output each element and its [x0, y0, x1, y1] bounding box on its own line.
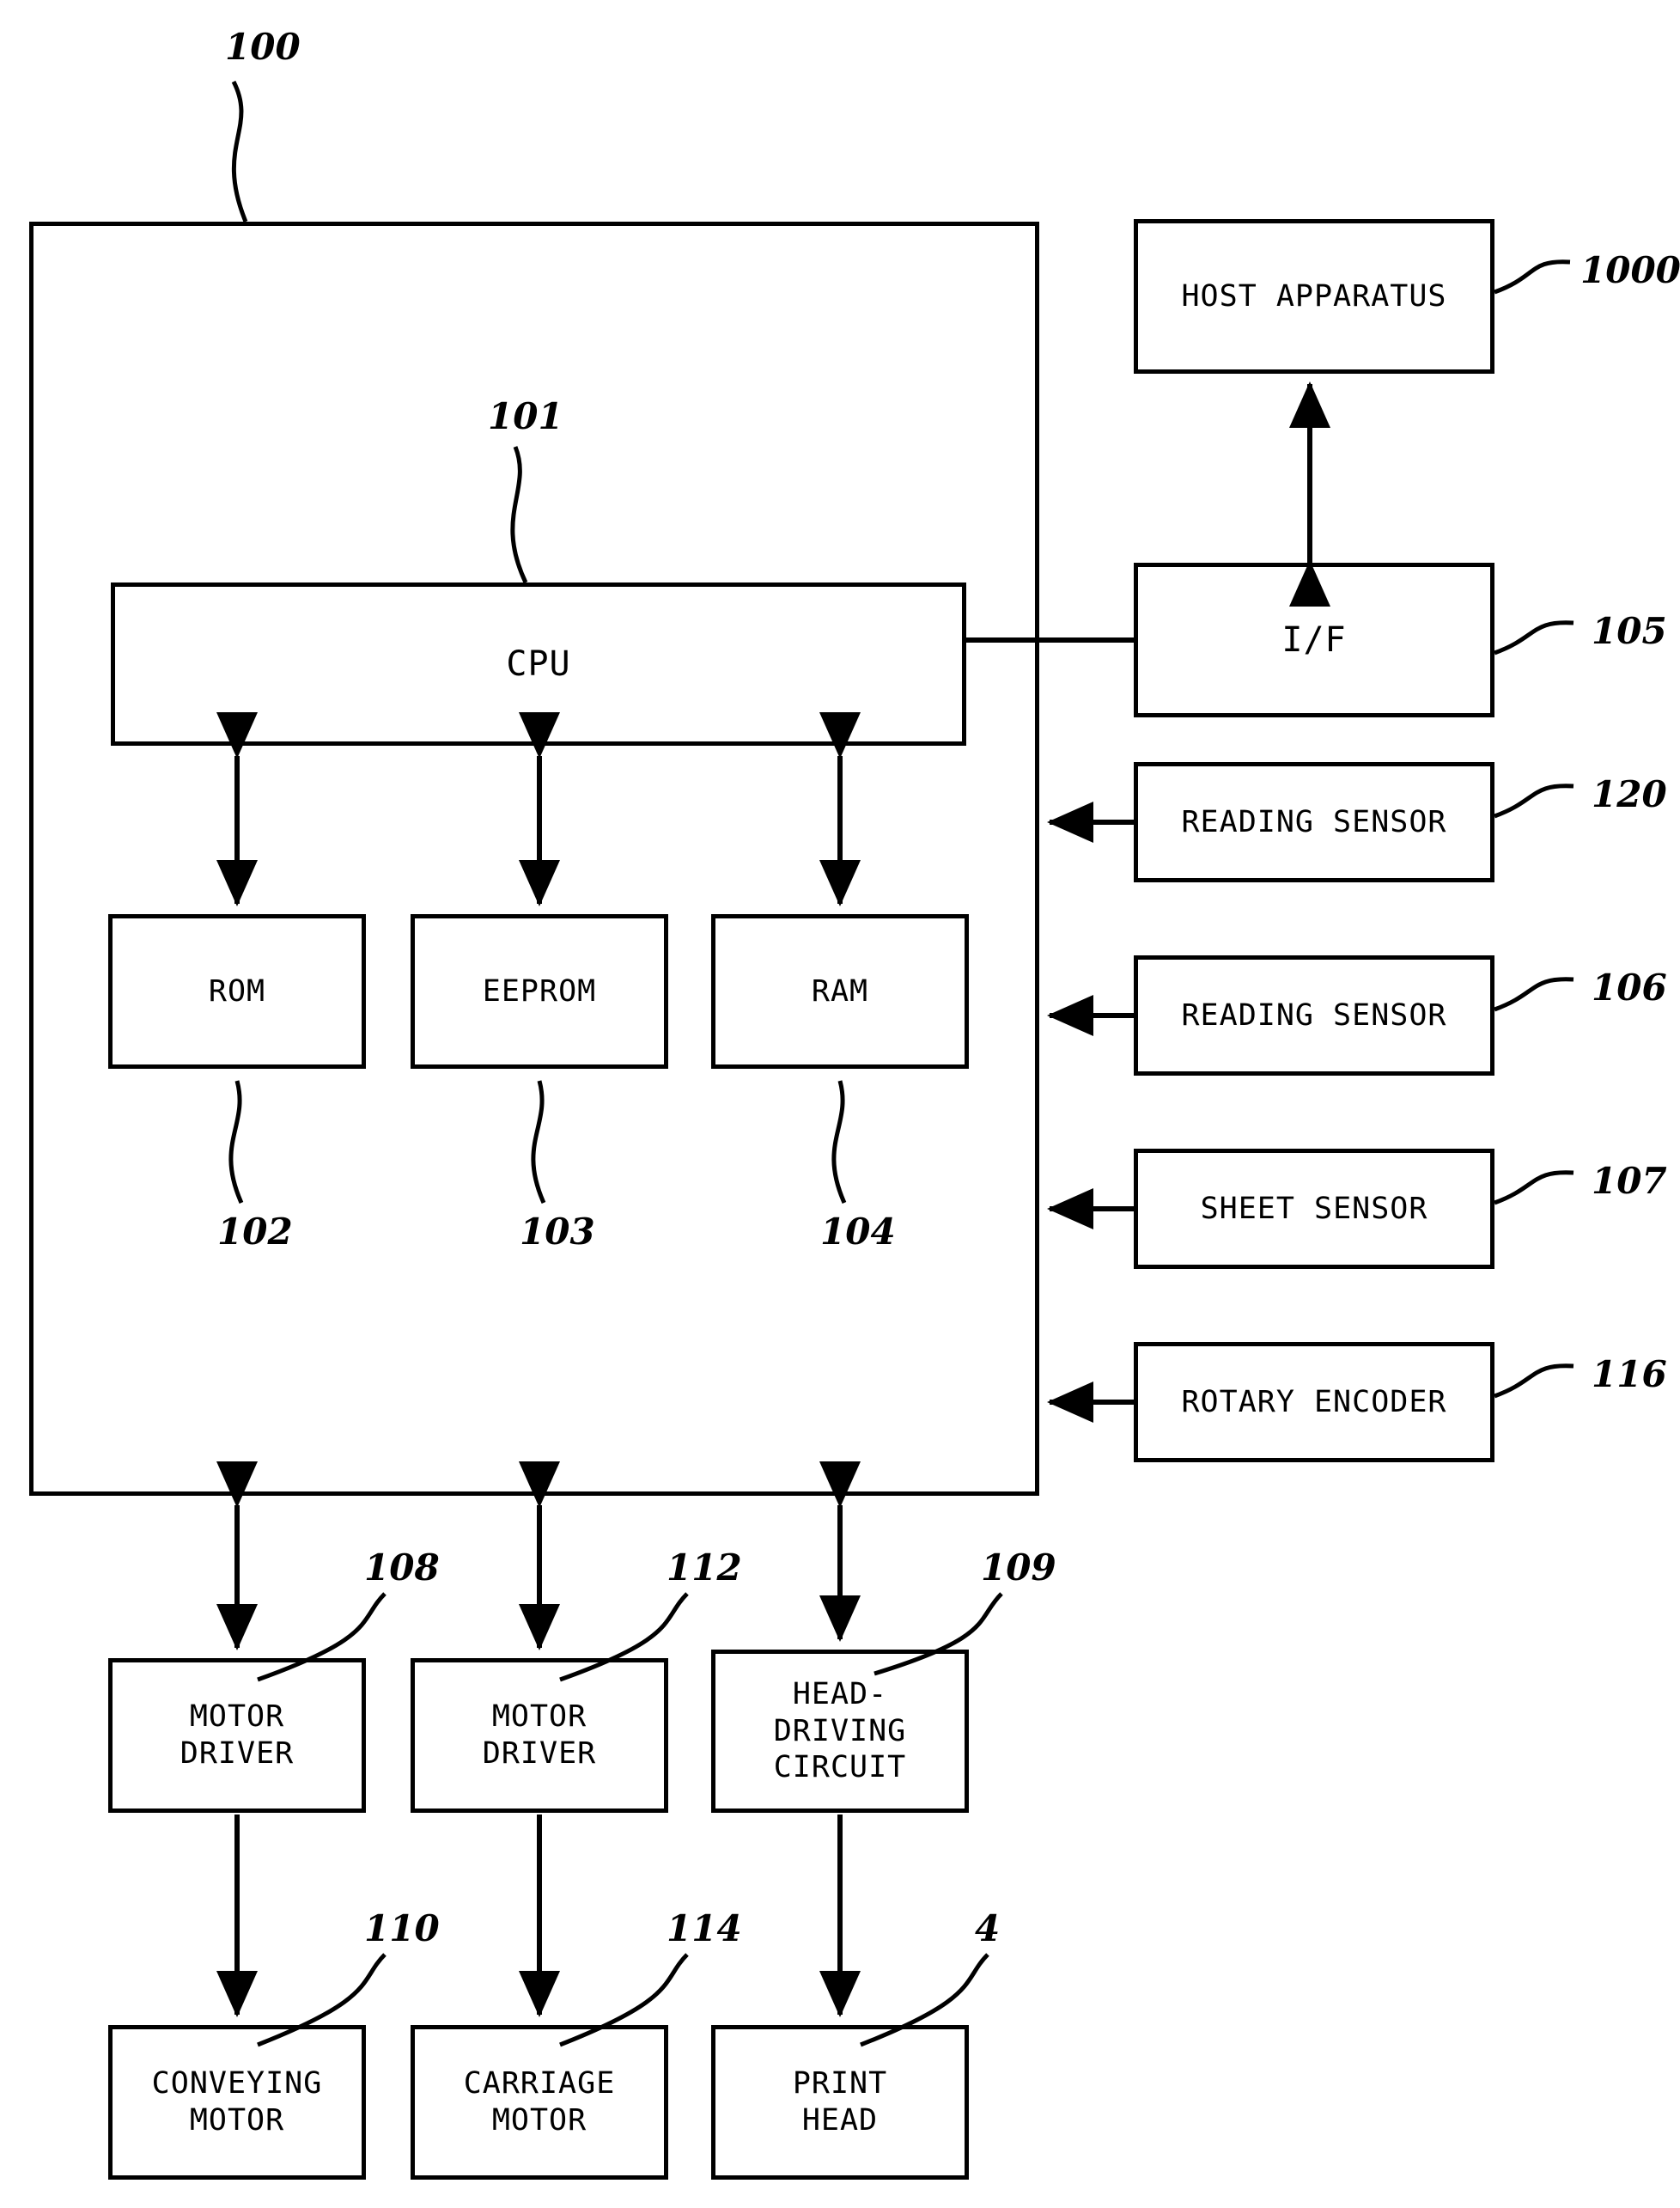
diagram-canvas: 100 CPU 101 ROM EEPROM RAM 102 103 104 H…: [0, 0, 1680, 2208]
leader-1000: [1494, 259, 1571, 295]
block-motor-driver-112[interactable]: MOTOR DRIVER: [411, 1658, 668, 1813]
block-cpu[interactable]: CPU: [111, 582, 966, 746]
reference-label-107: 107: [1592, 1160, 1667, 1202]
reference-label-106: 106: [1592, 967, 1667, 1009]
reference-label-105: 105: [1592, 610, 1667, 652]
reference-label-101: 101: [488, 395, 563, 437]
block-host-apparatus[interactable]: HOST APPARATUS: [1134, 219, 1494, 374]
reference-label-110: 110: [364, 1907, 440, 1949]
reference-label-102: 102: [217, 1211, 293, 1253]
reference-label-104: 104: [820, 1211, 896, 1253]
leader-107: [1494, 1170, 1574, 1205]
leader-106: [1494, 977, 1574, 1012]
reference-label-1000: 1000: [1580, 249, 1680, 291]
block-reading-sensor-120[interactable]: READING SENSOR: [1134, 762, 1494, 882]
block-conveying-motor[interactable]: CONVEYING MOTOR: [108, 2025, 366, 2180]
reference-label-114: 114: [667, 1907, 742, 1949]
block-interface[interactable]: I/F: [1134, 563, 1494, 717]
block-head-driving-circuit[interactable]: HEAD- DRIVING CIRCUIT: [711, 1650, 969, 1813]
reference-label-103: 103: [520, 1211, 595, 1253]
leader-100: [231, 80, 248, 223]
block-eeprom[interactable]: EEPROM: [411, 914, 668, 1069]
reference-label-120: 120: [1592, 773, 1667, 815]
block-reading-sensor-106[interactable]: READING SENSOR: [1134, 955, 1494, 1076]
leader-116: [1494, 1363, 1574, 1399]
reference-label-108: 108: [364, 1546, 440, 1589]
block-sheet-sensor[interactable]: SHEET SENSOR: [1134, 1149, 1494, 1269]
leader-105: [1494, 620, 1574, 656]
reference-label-100: 100: [225, 26, 301, 68]
reference-label-109: 109: [981, 1546, 1056, 1589]
block-ram[interactable]: RAM: [711, 914, 969, 1069]
block-carriage-motor[interactable]: CARRIAGE MOTOR: [411, 2025, 668, 2180]
leader-120: [1494, 784, 1574, 819]
reference-label-112: 112: [667, 1546, 742, 1589]
block-rotary-encoder[interactable]: ROTARY ENCODER: [1134, 1342, 1494, 1462]
reference-label-116: 116: [1592, 1353, 1667, 1395]
block-print-head[interactable]: PRINT HEAD: [711, 2025, 969, 2180]
block-rom[interactable]: ROM: [108, 914, 366, 1069]
reference-label-4: 4: [975, 1907, 1001, 1949]
block-motor-driver-108[interactable]: MOTOR DRIVER: [108, 1658, 366, 1813]
